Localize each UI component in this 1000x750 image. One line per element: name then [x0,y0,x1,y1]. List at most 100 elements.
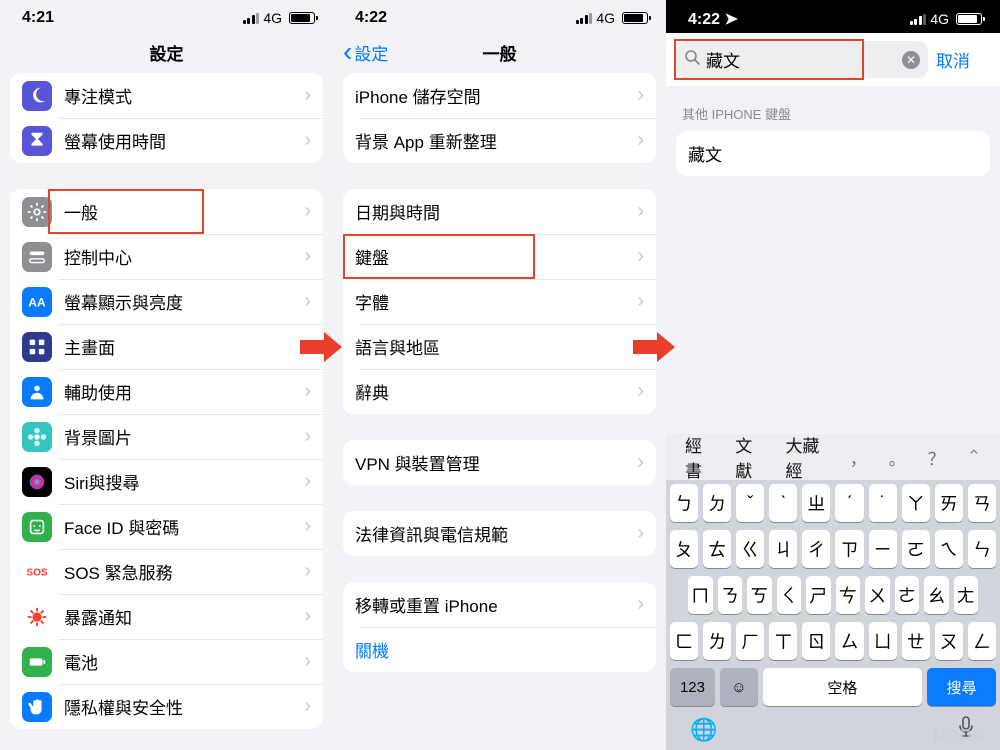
settings-row[interactable]: 背景 App 重新整理› [343,118,656,163]
settings-row[interactable]: 日期與時間› [343,189,656,234]
chevron-right-icon: › [304,470,311,493]
key[interactable]: ㄣ [968,530,996,568]
key[interactable]: ㄌ [703,622,731,660]
settings-row[interactable]: 暴露通知› [10,594,323,639]
key[interactable]: ㄑ [777,576,802,614]
row-label: 電池 [64,649,304,674]
settings-row[interactable]: 移轉或重置 iPhone› [343,582,656,627]
candidate-punct[interactable]: 。 [878,445,917,470]
key[interactable]: ㄢ [968,484,996,522]
settings-row[interactable]: iPhone 儲存空間› [343,73,656,118]
key[interactable]: ㄗ [835,530,863,568]
settings-row[interactable]: SOSSOS 緊急服務› [10,549,323,594]
key[interactable]: ˙ [869,484,897,522]
candidate-word[interactable]: 經書 [674,432,724,482]
settings-row[interactable]: 輔助使用› [10,369,323,414]
key[interactable]: ˊ [835,484,863,522]
chevron-right-icon: › [304,290,311,313]
svg-text:AA: AA [28,295,46,309]
settings-row[interactable]: Siri與搜尋› [10,459,323,504]
candidate-punct[interactable]: ？ [917,445,956,470]
chevron-right-icon: › [637,200,644,223]
expand-candidates-icon[interactable]: ⌃ [956,447,992,467]
settings-row[interactable]: 控制中心› [10,234,323,279]
key[interactable]: ㄛ [902,530,930,568]
key[interactable]: ㄓ [802,484,830,522]
candidate-word[interactable]: 大藏經 [774,432,838,482]
key[interactable]: ㄥ [968,622,996,660]
key[interactable]: ㄤ [954,576,979,614]
key[interactable]: ㄚ [902,484,930,522]
settings-row[interactable]: AA螢幕顯示與亮度› [10,279,323,324]
row-label: 專注模式 [64,83,304,108]
flow-arrow-icon [633,332,677,362]
key[interactable]: ㄖ [802,622,830,660]
status-bar: 4:22 4G [333,0,666,31]
key[interactable]: ㄊ [703,530,731,568]
candidate-punct[interactable]: ， [839,445,878,470]
key[interactable]: ㄘ [836,576,861,614]
flower-icon [22,422,52,452]
chevron-right-icon: › [304,695,311,718]
key-numbers[interactable]: 123 [670,668,715,706]
row-label: Siri與搜尋 [64,469,304,494]
key[interactable]: ˇ [736,484,764,522]
key[interactable]: ㄏ [736,622,764,660]
key[interactable]: ㄅ [670,484,698,522]
settings-row[interactable]: 電池› [10,639,323,684]
settings-row[interactable]: 語言與地區› [343,324,656,369]
settings-row[interactable]: 一般› [10,189,323,234]
key[interactable]: ㄋ [718,576,743,614]
search-bar: 藏文 ✕ 取消 [666,33,1000,86]
key[interactable]: ˋ [769,484,797,522]
settings-row[interactable]: 螢幕使用時間› [10,118,323,163]
back-button[interactable]: 設定 [343,40,388,65]
settings-row[interactable]: 法律資訊與電信規範› [343,511,656,556]
candidate-word[interactable]: 文獻 [724,432,774,482]
key[interactable]: ㄍ [736,530,764,568]
key[interactable]: ㄒ [769,622,797,660]
settings-group-focus: 專注模式›螢幕使用時間› [10,73,323,163]
settings-row[interactable]: 字體› [343,279,656,324]
settings-row[interactable]: 鍵盤› [343,234,656,279]
key[interactable]: ㄨ [865,576,890,614]
settings-row[interactable]: 辭典› [343,369,656,414]
key[interactable]: ㄜ [895,576,920,614]
settings-row[interactable]: VPN 與裝置管理› [343,440,656,485]
settings-row[interactable]: 隱私權與安全性› [10,684,323,729]
result-row[interactable]: 藏文 [676,131,990,176]
key-space[interactable]: 空格 [763,668,922,706]
key[interactable]: ㄞ [935,484,963,522]
key[interactable]: ㄉ [703,484,731,522]
key[interactable]: ㄔ [802,530,830,568]
key[interactable]: ㄡ [935,622,963,660]
keyboard-bottom-row: 123 ☺ 空格 搜尋 [666,664,1000,710]
search-field[interactable]: 藏文 ✕ [676,41,928,78]
key[interactable]: ㄎ [747,576,772,614]
globe-icon[interactable]: 🌐 [690,717,717,743]
row-label: Face ID 與密碼 [64,514,304,539]
candidate-bar[interactable]: 經書 文獻 大藏經 ， 。 ？ ⌃ [666,434,1000,480]
key[interactable]: ㄟ [935,530,963,568]
key[interactable]: ㄐ [769,530,797,568]
key-search[interactable]: 搜尋 [927,668,996,706]
key[interactable]: ㄆ [670,530,698,568]
key[interactable]: ㄇ [688,576,713,614]
key[interactable]: ㄝ [902,622,930,660]
key[interactable]: ㄙ [835,622,863,660]
settings-row[interactable]: 關機 [343,627,656,672]
key[interactable]: ㄕ [806,576,831,614]
face-icon [22,512,52,542]
clear-search-button[interactable]: ✕ [902,51,920,69]
key[interactable]: ㄈ [670,622,698,660]
settings-row[interactable]: Face ID 與密碼› [10,504,323,549]
cancel-button[interactable]: 取消 [936,47,970,72]
batt-icon [22,647,52,677]
key[interactable]: ㄩ [869,622,897,660]
key[interactable]: ㄧ [869,530,897,568]
key[interactable]: ㄠ [924,576,949,614]
key-emoji[interactable]: ☺ [720,668,758,706]
settings-row[interactable]: 主畫面› [10,324,323,369]
settings-row[interactable]: 背景圖片› [10,414,323,459]
settings-row[interactable]: 專注模式› [10,73,323,118]
